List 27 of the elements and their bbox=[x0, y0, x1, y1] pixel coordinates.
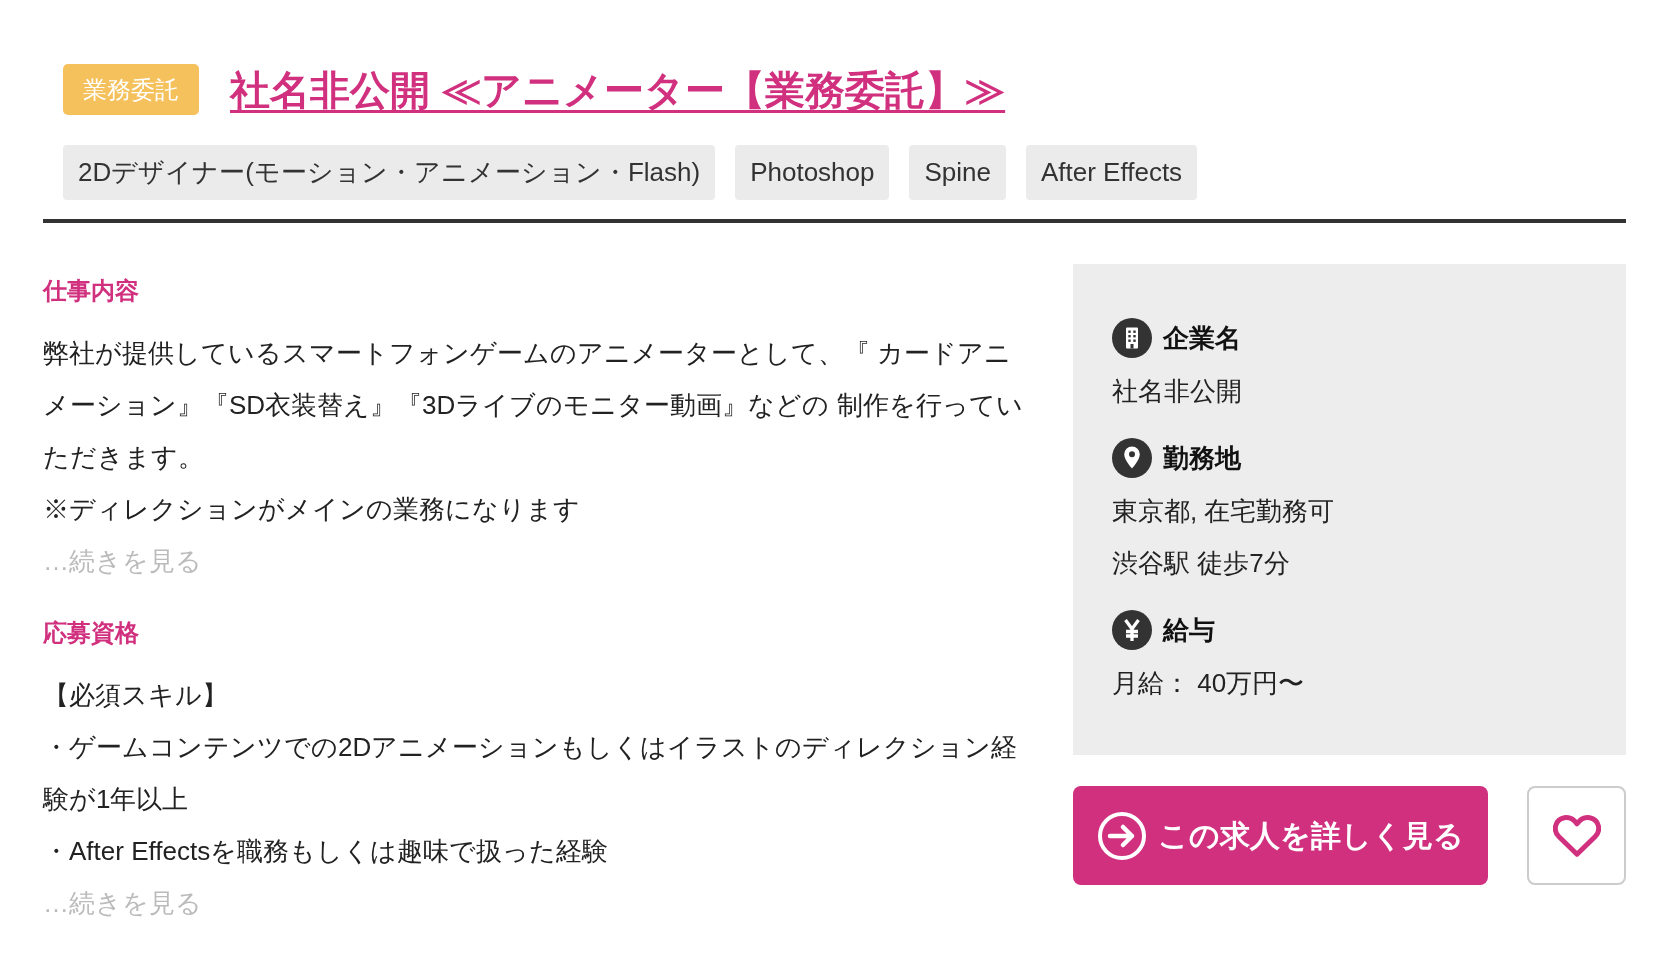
body-text: ・ゲームコンテンツでの2Dアニメーションもしくはイラストのディレクション経験が1年以上 bbox=[43, 731, 1019, 816]
skill-tag: Photoshop bbox=[735, 145, 890, 200]
skill-tag: After Effects bbox=[1025, 145, 1198, 200]
skill-tag: Spine bbox=[909, 145, 1006, 200]
building-icon bbox=[1112, 318, 1152, 358]
info-label: 勤務地 bbox=[1163, 441, 1241, 475]
info-value: 月給： 40万円〜 bbox=[1112, 667, 1305, 700]
section-heading: 仕事内容 bbox=[43, 276, 139, 306]
info-value: 社名非公開 bbox=[1112, 375, 1242, 408]
body-text: ・After Effectsを職務もしくは趣味で扱った経験 bbox=[43, 835, 610, 868]
skill-tag: 2Dデザイナー(モーション・アニメーション・Flash) bbox=[63, 145, 716, 200]
contract-type-badge: 業務委託 bbox=[63, 64, 199, 115]
view-details-button[interactable]: この求人を詳しく見る bbox=[1073, 786, 1488, 885]
info-label: 企業名 bbox=[1163, 321, 1241, 355]
body-text: 【必須スキル】 bbox=[43, 679, 229, 712]
heart-icon bbox=[1552, 814, 1601, 857]
info-label: 給与 bbox=[1163, 613, 1215, 647]
info-value: 東京都, 在宅勤務可 bbox=[1112, 495, 1335, 528]
body-text: 弊社が提供しているスマートフォンゲームのアニメーターとして、『 カードアニメーション』『SD衣装替え』『3Dライブのモニター動画』などの 制作を行っていただきます。 bbox=[43, 337, 1024, 474]
arrow-circle-icon bbox=[1097, 810, 1147, 861]
job-title-link[interactable]: 社名非公開 ≪アニメーター【業務委託】≫ bbox=[230, 65, 1006, 114]
section-heading: 応募資格 bbox=[43, 618, 139, 648]
favorite-button[interactable] bbox=[1527, 786, 1626, 885]
body-text: ※ディレクションがメインの業務になります bbox=[43, 493, 581, 526]
info-value: 渋谷駅 徒歩7分 bbox=[1112, 547, 1290, 580]
yen-icon bbox=[1112, 610, 1152, 650]
map-pin-icon bbox=[1112, 438, 1152, 478]
